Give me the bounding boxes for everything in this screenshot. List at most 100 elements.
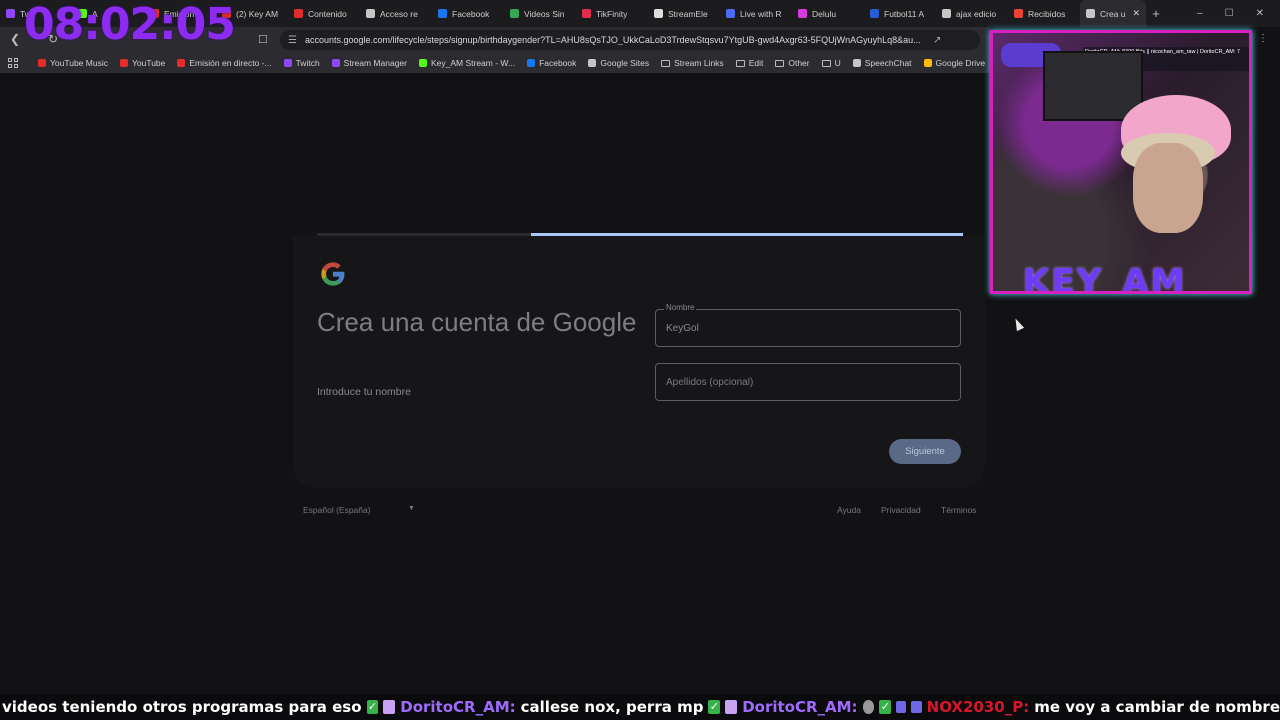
bookmark-label: Emisión en directo -... bbox=[189, 58, 272, 68]
bookmark-label: YouTube Music bbox=[50, 58, 108, 68]
tab-label: (2) Key AM bbox=[236, 8, 279, 19]
tab-label: StreamEle bbox=[668, 8, 708, 19]
chat-ticker: videos teniendo otros programas para eso… bbox=[0, 694, 1280, 720]
tab-label: Contenido bbox=[308, 8, 347, 19]
badge-icon bbox=[911, 701, 922, 713]
bookmark-item[interactable]: Edit bbox=[735, 58, 764, 68]
apps-icon[interactable] bbox=[8, 58, 18, 68]
folder-icon bbox=[821, 59, 831, 67]
more-icon[interactable]: ⋮ bbox=[1258, 33, 1268, 44]
tab-label: Delulu bbox=[812, 8, 837, 19]
ticker-text: callese nox, perra mp bbox=[520, 698, 704, 716]
browser-tab[interactable]: Live with R bbox=[720, 0, 792, 27]
new-tab-icon[interactable]: + bbox=[1146, 6, 1166, 21]
emote-icon bbox=[862, 700, 875, 714]
webcam-monitor bbox=[1043, 51, 1143, 121]
bookmark-item[interactable]: YouTube bbox=[119, 58, 165, 68]
bookmark-item[interactable]: Facebook bbox=[527, 58, 576, 68]
browser-tab[interactable]: Videos Sin bbox=[504, 0, 576, 27]
page-title: Crea una cuenta de Google bbox=[317, 307, 637, 337]
bookmark-item[interactable]: Key_AM Stream - W... bbox=[418, 58, 516, 68]
bookmark-favicon-icon bbox=[418, 59, 427, 67]
tab-label: ajax edicio bbox=[956, 8, 997, 19]
bookmark-label: Stream Manager bbox=[343, 58, 407, 68]
tab-favicon-icon bbox=[1014, 9, 1023, 18]
address-bar[interactable]: ☰ accounts.google.com/lifecycle/steps/si… bbox=[280, 30, 980, 50]
bookmark-item[interactable]: Other bbox=[775, 58, 810, 68]
signup-card bbox=[293, 236, 985, 488]
progress-bar bbox=[317, 233, 964, 236]
privacy-link[interactable]: Privacidad bbox=[881, 505, 921, 515]
tab-label: Crea u bbox=[1100, 8, 1126, 19]
terms-link[interactable]: Términos bbox=[941, 505, 976, 515]
tab-favicon-icon bbox=[726, 9, 735, 18]
maximize-icon[interactable]: ☐ bbox=[1225, 8, 1234, 19]
webcam-person bbox=[1133, 143, 1203, 233]
gift-icon bbox=[725, 700, 738, 714]
tab-favicon-icon bbox=[582, 9, 591, 18]
window-controls: ‒ ☐ ✕ bbox=[1197, 8, 1280, 19]
bookmark-item[interactable]: SpeechChat bbox=[852, 58, 912, 68]
language-selector[interactable]: Español (España) bbox=[303, 505, 371, 515]
caret-down-icon: ▼ bbox=[408, 505, 415, 512]
bookmark-favicon-icon bbox=[852, 59, 861, 67]
bookmark-item[interactable]: Emisión en directo -... bbox=[177, 58, 272, 68]
bookmark-item[interactable]: Stream Manager bbox=[331, 58, 407, 68]
tab-favicon-icon bbox=[942, 9, 951, 18]
bookmark-item[interactable]: Google Drive bbox=[923, 58, 985, 68]
close-window-icon[interactable]: ✕ bbox=[1256, 8, 1264, 19]
share-icon[interactable]: ↗ bbox=[933, 35, 941, 46]
tab-label: Videos Sin bbox=[524, 8, 565, 19]
tab-favicon-icon bbox=[294, 9, 303, 18]
bookmark-favicon-icon bbox=[177, 59, 186, 67]
browser-tab[interactable]: Contenido bbox=[288, 0, 360, 27]
folder-icon bbox=[661, 59, 671, 67]
bookmark-item[interactable]: U bbox=[821, 58, 841, 68]
tab-favicon-icon bbox=[870, 9, 879, 18]
tab-label: TikFinity bbox=[596, 8, 628, 19]
site-info-icon[interactable]: ☰ bbox=[288, 35, 297, 46]
browser-tab[interactable]: ajax edicio bbox=[936, 0, 1008, 27]
google-logo-icon bbox=[321, 262, 345, 286]
back-icon[interactable]: ❮ bbox=[4, 32, 26, 46]
bookmark-icon[interactable]: ☐ bbox=[258, 33, 270, 47]
bookmark-item[interactable]: Twitch bbox=[283, 58, 320, 68]
next-button[interactable]: Siguiente bbox=[889, 439, 961, 464]
folder-icon bbox=[775, 59, 785, 67]
tab-label: Recibidos bbox=[1028, 8, 1066, 19]
browser-tab[interactable]: Crea u ✕ bbox=[1080, 0, 1146, 27]
webcam-overlay: DoritoCR_AM: 8300 Bits || nicochan_am_ra… bbox=[990, 30, 1252, 294]
help-link[interactable]: Ayuda bbox=[837, 505, 861, 515]
browser-tab[interactable]: Delulu bbox=[792, 0, 864, 27]
bookmark-favicon-icon bbox=[923, 59, 932, 67]
checkmark-icon: ✓ bbox=[879, 700, 892, 714]
page-subtitle: Introduce tu nombre bbox=[317, 386, 411, 398]
browser-tab[interactable]: Facebook bbox=[432, 0, 504, 27]
bookmark-favicon-icon bbox=[283, 59, 292, 67]
bookmark-label: U bbox=[834, 58, 841, 68]
bookmark-item[interactable]: Stream Links bbox=[661, 58, 724, 68]
tab-favicon-icon bbox=[366, 9, 375, 18]
bookmarks-bar: YouTube Music YouTube Emisión en directo -… bbox=[0, 53, 990, 73]
bookmark-label: Edit bbox=[748, 58, 764, 68]
browser-tab[interactable]: TikFinity bbox=[576, 0, 648, 27]
ticker-username: DoritoCR_AM: bbox=[742, 698, 858, 716]
last-name-placeholder: Apellidos (opcional) bbox=[666, 377, 754, 388]
tab-favicon-icon bbox=[798, 9, 807, 18]
tab-label: Live with R bbox=[740, 8, 782, 19]
browser-tab[interactable]: Acceso re bbox=[360, 0, 432, 27]
bookmark-item[interactable]: Google Sites bbox=[588, 58, 649, 68]
close-tab-icon[interactable]: ✕ bbox=[1132, 8, 1140, 19]
bookmark-item[interactable]: YouTube Music bbox=[38, 58, 108, 68]
last-name-field[interactable]: Apellidos (opcional) bbox=[655, 363, 961, 401]
tab-label: Futbol11 A bbox=[884, 8, 925, 19]
minimize-icon[interactable]: ‒ bbox=[1197, 8, 1203, 19]
first-name-field[interactable]: Nombre KeyGol bbox=[655, 303, 961, 347]
first-name-label: Nombre bbox=[664, 303, 697, 312]
ticker-username: NOX2030_P: bbox=[926, 698, 1030, 716]
bookmark-label: SpeechChat bbox=[864, 58, 912, 68]
browser-tab[interactable]: Recibidos bbox=[1008, 0, 1080, 27]
bookmark-label: Key_AM Stream - W... bbox=[430, 58, 516, 68]
browser-tab[interactable]: Futbol11 A bbox=[864, 0, 936, 27]
browser-tab[interactable]: StreamEle bbox=[648, 0, 720, 27]
